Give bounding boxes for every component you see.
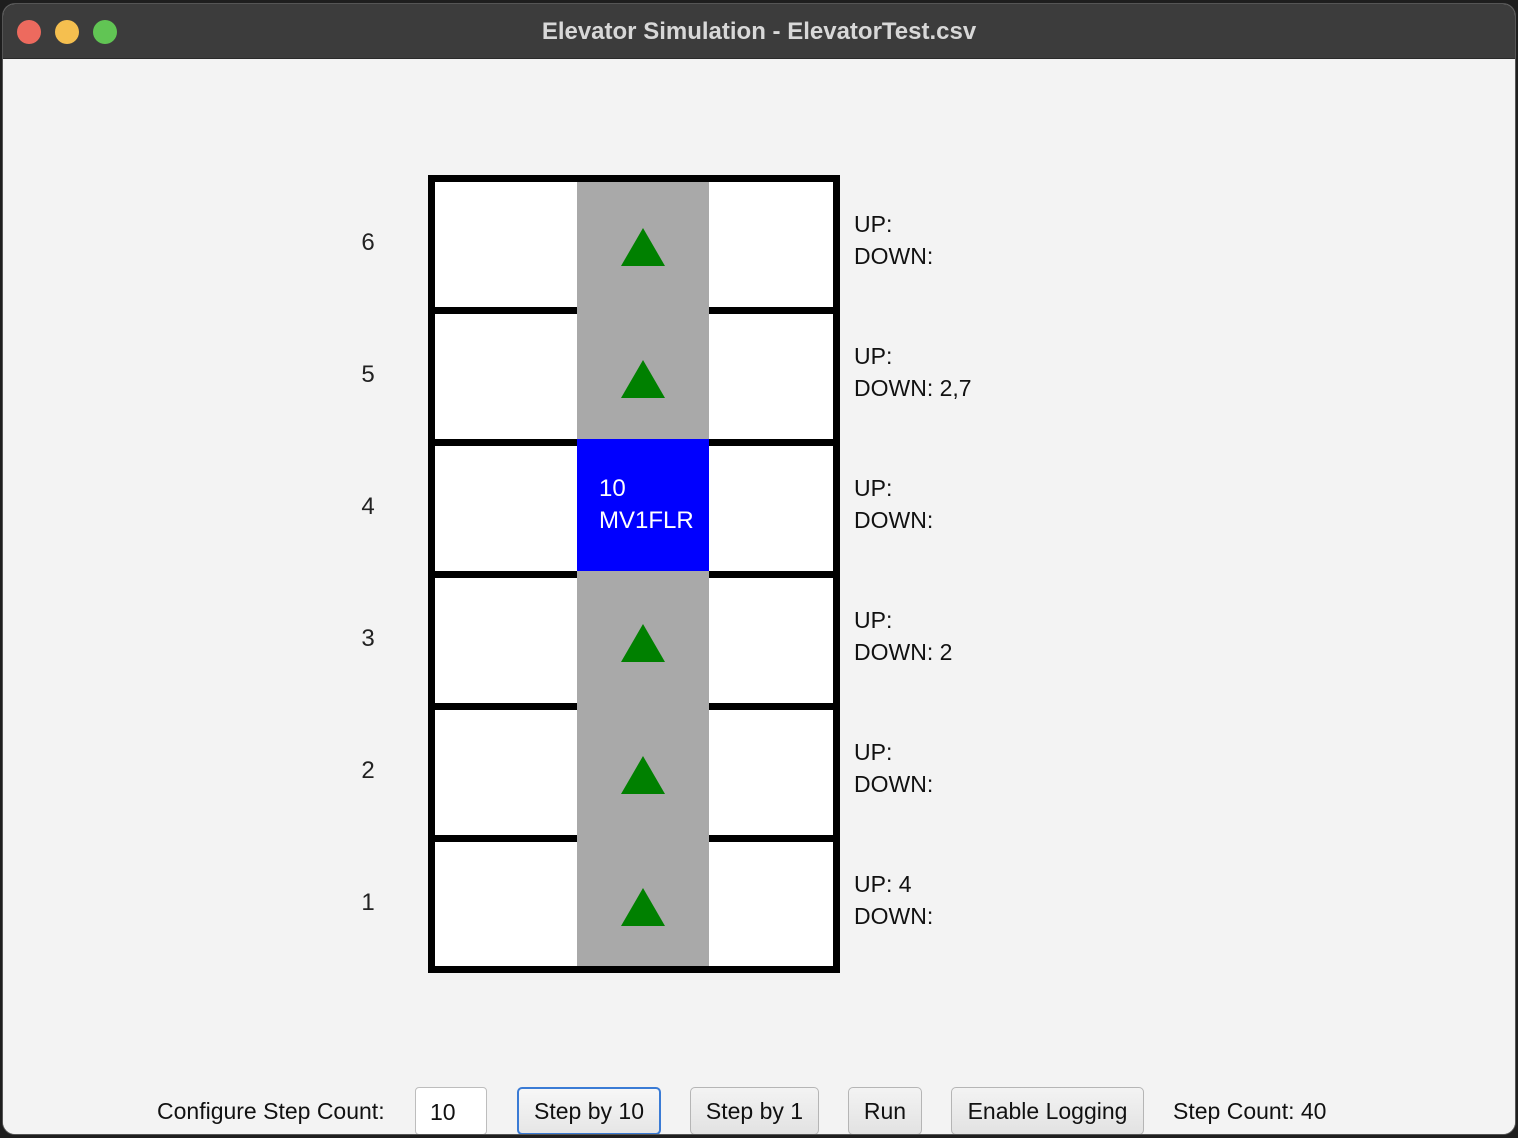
down-queue: DOWN: [854,771,934,797]
floor-1-queue: UP: 4 DOWN: [854,868,933,932]
up-arrow-icon [621,624,665,662]
down-queue: DOWN: 2,7 [854,375,972,401]
up-arrow-icon [621,228,665,266]
down-queue: DOWN: [854,903,934,929]
step-count-input[interactable]: 10 [415,1087,487,1134]
up-arrow-icon [621,756,665,794]
up-arrow-icon [621,360,665,398]
down-queue: DOWN: [854,243,934,269]
floor-number-6: 6 [361,229,375,256]
floor-number-3: 3 [361,625,375,652]
up-queue: UP: [854,607,893,633]
enable-logging-button[interactable]: Enable Logging [951,1087,1144,1134]
floor-number-5: 5 [361,361,375,388]
floor-number-2: 2 [361,757,375,784]
up-queue: UP: [854,475,893,501]
floor-number-4: 4 [361,493,375,520]
up-queue: UP: [854,211,893,237]
run-button[interactable]: Run [848,1087,922,1134]
down-queue: DOWN: 2 [854,639,953,665]
title-bar: Elevator Simulation - ElevatorTest.csv [3,4,1515,59]
step-by-1-button[interactable]: Step by 1 [690,1087,819,1134]
window-title: Elevator Simulation - ElevatorTest.csv [541,18,977,45]
simulation-panel: 6 5 4 3 2 1 10 MV1FLR UP: DOWN: UP: DOWN… [3,59,1515,1134]
elevator-car-label: 10 MV1FLR [599,473,694,537]
step-count-status: Step Count: 40 [1173,1098,1327,1124]
step-by-10-button[interactable]: Step by 10 [517,1087,661,1134]
floor-2-queue: UP: DOWN: [854,736,933,800]
building-grid: 10 MV1FLR [428,175,840,973]
elevator-passenger-count: 10 [599,475,626,502]
up-arrow-icon [621,888,665,926]
down-queue: DOWN: [854,507,934,533]
floor-4-queue: UP: DOWN: [854,472,933,536]
floor-5-queue: UP: DOWN: 2,7 [854,340,972,404]
up-queue: UP: 4 [854,871,912,897]
elevator-state: MV1FLR [599,507,694,534]
floor-number-1: 1 [361,889,375,916]
elevator-car: 10 MV1FLR [577,439,709,571]
floor-3-queue: UP: DOWN: 2 [854,604,952,668]
app-window: Elevator Simulation - ElevatorTest.csv 6… [3,4,1515,1134]
elevator-shaft [577,182,709,966]
control-bar: Configure Step Count: 10 Step by 10 Step… [3,1081,1515,1134]
floor-6-queue: UP: DOWN: [854,208,933,272]
up-queue: UP: [854,739,893,765]
step-count-label: Configure Step Count: [157,1098,385,1124]
up-queue: UP: [854,343,893,369]
